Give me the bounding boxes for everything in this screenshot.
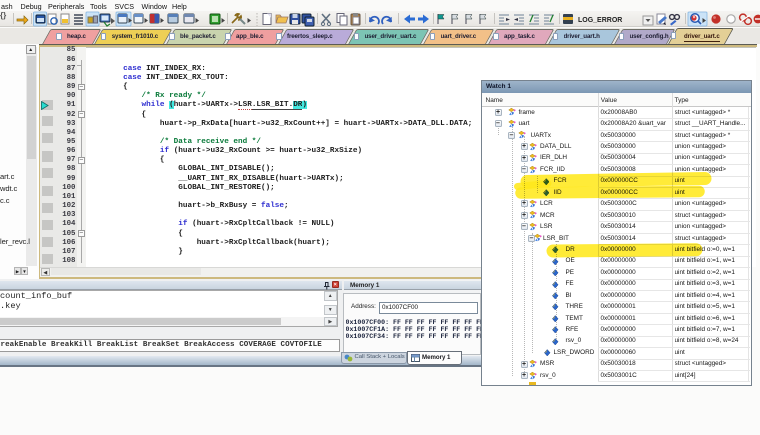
svg-text:LOG_ERROR: LOG_ERROR (578, 17, 622, 24)
